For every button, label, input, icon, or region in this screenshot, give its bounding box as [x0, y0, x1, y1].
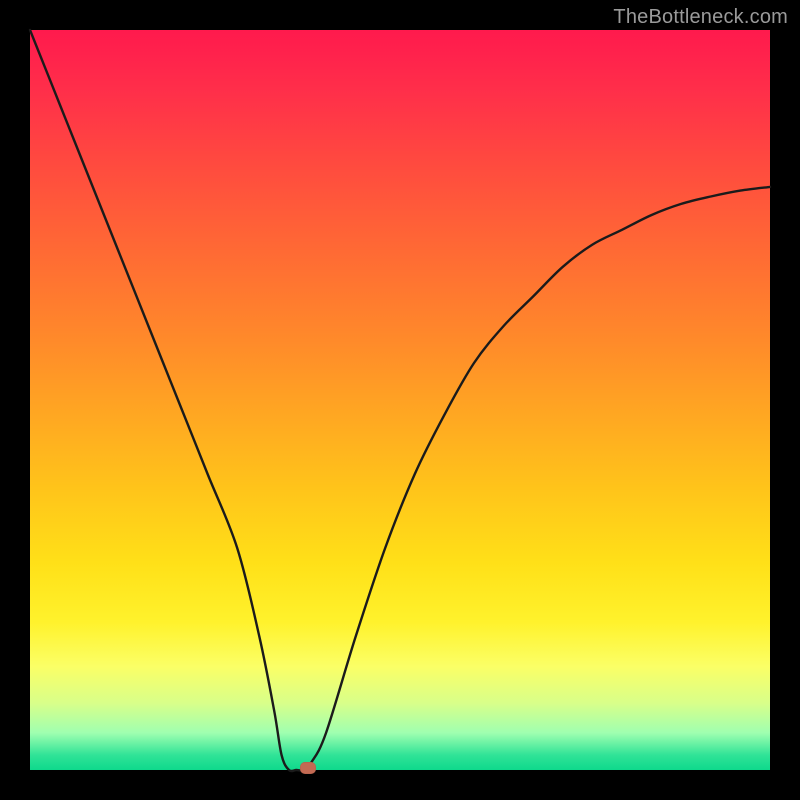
plot-area	[30, 30, 770, 770]
bottleneck-curve	[30, 30, 770, 770]
optimum-marker	[300, 762, 316, 774]
curve-path	[30, 30, 770, 771]
watermark-text: TheBottleneck.com	[613, 6, 788, 29]
chart-frame: TheBottleneck.com	[0, 0, 800, 800]
